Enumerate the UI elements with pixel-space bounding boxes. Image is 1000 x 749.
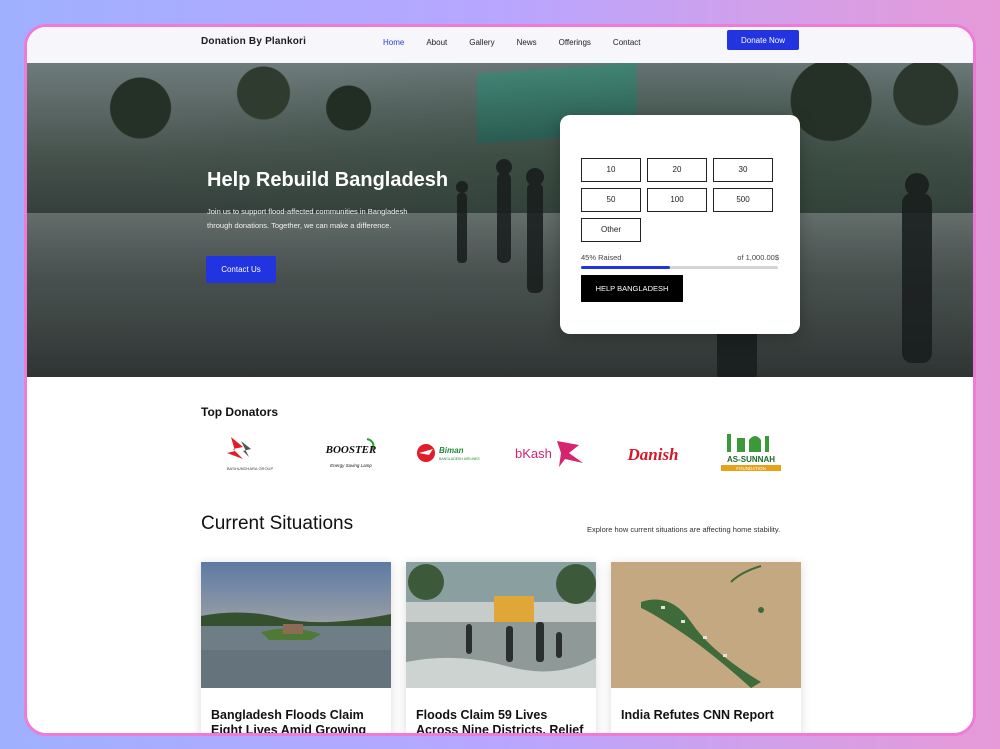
bashundhara-caption: BASHUNDHARA GROUP [227, 466, 274, 471]
top-donators-title: Top Donators [201, 405, 279, 419]
main-menu: Home About Gallery News Offerings Contac… [383, 38, 663, 47]
news-card-title: India Refutes CNN Report [621, 708, 774, 722]
progress-bar [581, 266, 778, 269]
help-bangladesh-button[interactable]: HELP BANGLADESH [581, 275, 683, 302]
donation-card: 10 20 30 50 100 500 Other 45% Raised of … [560, 115, 800, 334]
raised-percent-label: 45% Raised [581, 253, 622, 262]
amount-option-500[interactable]: 500 [713, 188, 773, 212]
hero-section: Help Rebuild Bangladesh Join us to suppo… [27, 63, 973, 377]
amount-option-10[interactable]: 10 [581, 158, 641, 182]
news-card[interactable]: Floods Claim 59 Lives Across Nine Distri… [406, 562, 596, 733]
news-image-aerial-flood [611, 562, 801, 688]
news-card[interactable]: Bangladesh Floods Claim Eight Lives Amid… [201, 562, 391, 733]
news-card-title: Bangladesh Floods Claim Eight Lives Amid… [211, 708, 367, 733]
svg-text:BOOSTER: BOOSTER [325, 444, 377, 456]
top-nav: Donation By Plankori Home About Gallery … [27, 27, 973, 63]
as-sunnah-logo[interactable]: AS-SUNNAH FOUNDATION [717, 431, 785, 475]
svg-text:Biman: Biman [439, 446, 464, 455]
nav-offerings[interactable]: Offerings [559, 38, 591, 47]
progress-bar-fill [581, 266, 670, 269]
page: Donation By Plankori Home About Gallery … [27, 27, 973, 733]
nav-about[interactable]: About [426, 38, 447, 47]
bkash-logo[interactable]: bKash [513, 431, 587, 475]
bashundhara-logo[interactable]: BASHUNDHARA GROUP [217, 431, 283, 475]
donate-now-button[interactable]: Donate Now [727, 30, 799, 50]
nav-contact[interactable]: Contact [613, 38, 641, 47]
svg-text:BANGLADESH AIRLINES: BANGLADESH AIRLINES [439, 457, 480, 461]
biman-logo[interactable]: Biman BANGLADESH AIRLINES [415, 431, 487, 475]
svg-text:FOUNDATION: FOUNDATION [736, 466, 765, 471]
amount-option-20[interactable]: 20 [647, 158, 707, 182]
contact-us-button[interactable]: Contact Us [206, 256, 276, 283]
hero-title: Help Rebuild Bangladesh [207, 169, 449, 191]
nav-home[interactable]: Home [383, 38, 404, 47]
nav-news[interactable]: News [517, 38, 537, 47]
news-card-title: Floods Claim 59 Lives Across Nine Distri… [416, 708, 584, 733]
amount-option-other[interactable]: Other [581, 218, 641, 242]
svg-text:Danish: Danish [626, 445, 678, 464]
brand-logo[interactable]: Donation By Plankori [201, 36, 306, 47]
hero-description: Join us to support flood-affected commun… [207, 207, 408, 230]
svg-text:bKash: bKash [515, 446, 552, 461]
danish-logo[interactable]: Danish [621, 431, 685, 475]
hero-overlay [27, 63, 973, 377]
goal-amount-label: of 1,000.00$ [737, 253, 779, 262]
browser-frame: Donation By Plankori Home About Gallery … [24, 24, 976, 736]
news-card[interactable]: India Refutes CNN Report [611, 562, 801, 733]
booster-logo[interactable]: BOOSTER Energy Saving Lamp [323, 431, 379, 475]
news-image-flooded-village [201, 562, 391, 688]
current-situations-title: Current Situations [201, 513, 354, 534]
news-image-people-wading [406, 562, 596, 688]
svg-text:Energy Saving Lamp: Energy Saving Lamp [330, 463, 372, 468]
nav-gallery[interactable]: Gallery [469, 38, 494, 47]
svg-text:AS-SUNNAH: AS-SUNNAH [727, 455, 775, 464]
amount-option-30[interactable]: 30 [713, 158, 773, 182]
amount-option-50[interactable]: 50 [581, 188, 641, 212]
amount-option-100[interactable]: 100 [647, 188, 707, 212]
current-situations-subtitle: Explore how current situations are affec… [587, 525, 781, 534]
